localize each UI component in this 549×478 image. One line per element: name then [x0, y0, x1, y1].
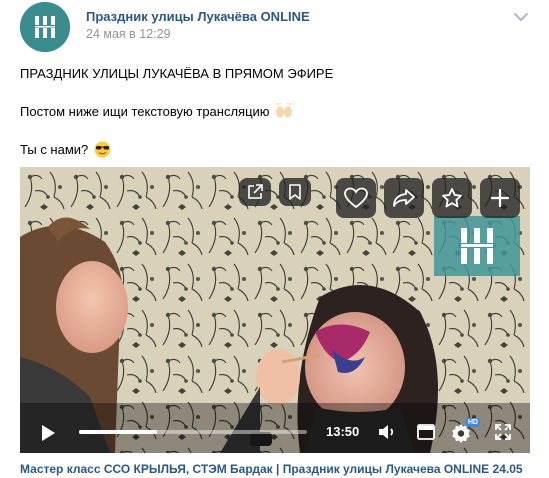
post-text-line: Постом ниже ищи текстовую трансляцию	[20, 103, 293, 119]
volume-icon[interactable]	[377, 422, 397, 442]
post-text-line-text: Постом ниже ищи текстовую трансляцию	[20, 104, 270, 119]
hd-badge: HD	[466, 418, 481, 427]
play-icon[interactable]	[40, 424, 56, 442]
avatar[interactable]	[20, 2, 70, 52]
fullscreen-icon[interactable]	[493, 422, 513, 442]
post-text-line: Ты с нами?	[20, 141, 111, 158]
heart-icon	[344, 187, 368, 209]
share-arrow-icon	[393, 189, 415, 207]
channel-watermark	[434, 216, 520, 276]
add-video-button[interactable]	[480, 178, 520, 218]
post-date[interactable]: 24 мая в 12:29	[86, 27, 171, 41]
video-player[interactable]: 13:50 HD	[20, 167, 530, 453]
community-logo-icon	[458, 228, 496, 264]
plus-icon	[490, 188, 510, 208]
bookmark-icon	[289, 184, 301, 200]
bookmark-button[interactable]	[279, 178, 311, 206]
progress-bar[interactable]	[79, 430, 307, 434]
video-title-link[interactable]: Мастер класс ССО КРЫЛЬЯ, СТЭМ Бардак | П…	[20, 462, 523, 476]
progress-fill	[79, 430, 157, 434]
star-icon	[442, 188, 462, 208]
sunglasses-emoji	[94, 141, 111, 158]
share-external-icon	[248, 184, 263, 199]
share-button[interactable]	[384, 178, 424, 218]
chevron-down-icon[interactable]	[512, 10, 530, 24]
favorite-button[interactable]	[432, 178, 472, 218]
post: Праздник улицы Лукачёва ONLINE 24 мая в …	[0, 0, 549, 478]
post-author[interactable]: Праздник улицы Лукачёва ONLINE	[86, 9, 310, 24]
like-button[interactable]	[336, 178, 376, 218]
post-text-line-text: Ты с нами?	[20, 142, 89, 157]
video-time: 13:50	[326, 424, 360, 439]
post-text-line: ПРАЗДНИК УЛИЦЫ ЛУКАЧЁВА В ПРЯМОМ ЭФИРЕ	[20, 66, 334, 81]
share-external-button[interactable]	[239, 178, 271, 206]
miniplayer-icon[interactable]	[416, 422, 436, 442]
raising-hands-emoji	[276, 103, 293, 118]
community-logo-icon	[20, 2, 70, 52]
video-controls: 13:50 HD	[20, 413, 530, 453]
